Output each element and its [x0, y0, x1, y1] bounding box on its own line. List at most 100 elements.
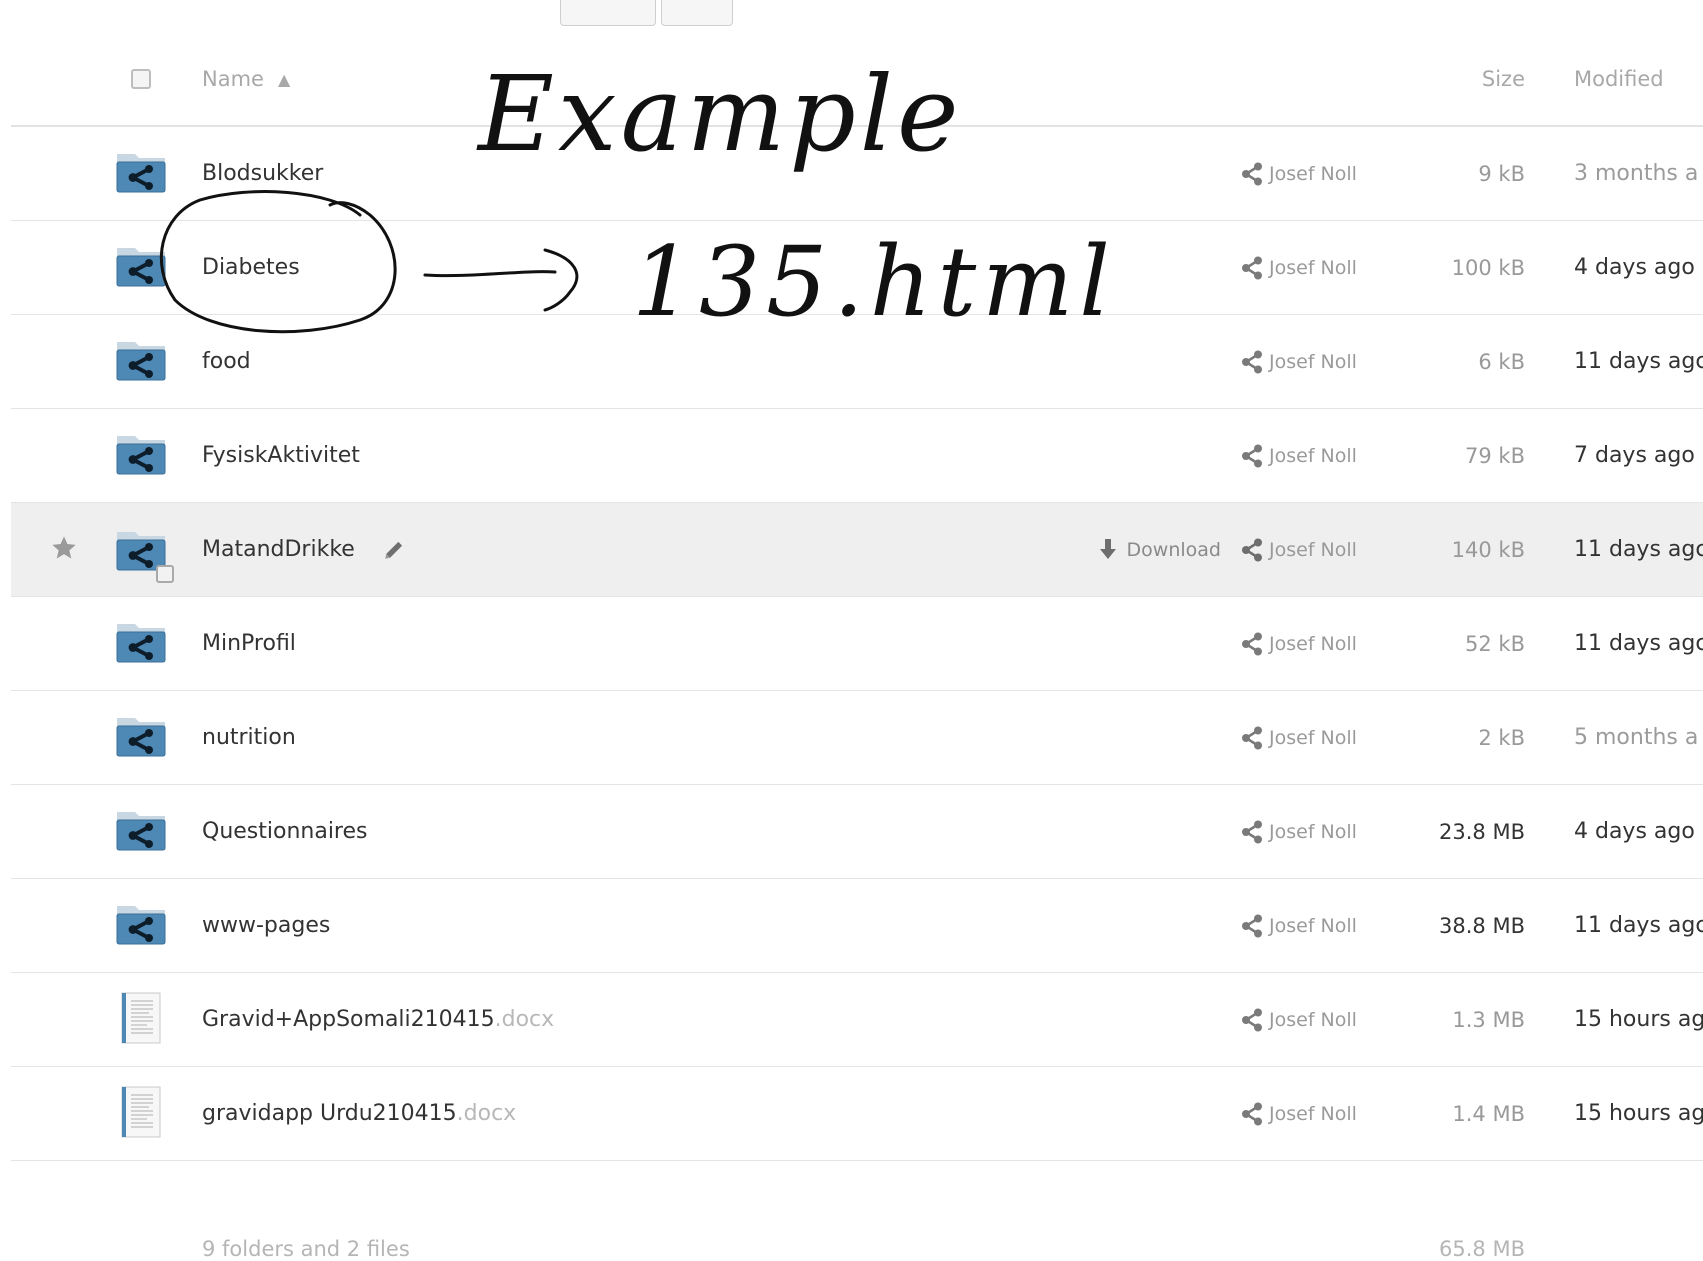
share-icon — [1241, 632, 1263, 656]
sort-ascending-icon: ▲ — [277, 69, 291, 89]
shared-folder-icon — [115, 808, 167, 856]
file-row-food[interactable]: food Josef Noll 6 kB 11 days agc — [11, 314, 1703, 408]
modified-column-header[interactable]: Modified — [1574, 32, 1703, 126]
file-name[interactable]: food — [202, 349, 251, 374]
share-icon — [1241, 538, 1263, 562]
file-row-gravidapp-urdu[interactable]: gravidapp Urdu210415 .docx Josef Noll 1.4… — [11, 1066, 1703, 1160]
share-icon — [1241, 1102, 1263, 1126]
file-row-minprofil[interactable]: MinProfil Josef Noll 52 kB 11 days agc — [11, 596, 1703, 690]
share-icon — [1241, 162, 1263, 186]
shared-by[interactable]: Josef Noll — [1241, 1067, 1391, 1160]
shared-folder-icon — [115, 620, 167, 668]
shared-by[interactable]: Josef Noll — [1241, 691, 1391, 784]
file-size: 9 kB — [1478, 161, 1525, 186]
file-name[interactable]: Questionnaires — [202, 819, 368, 844]
modified-column-label: Modified — [1574, 67, 1664, 91]
file-row-fysiskaktivitet[interactable]: FysiskAktivitet Josef Noll 79 kB 7 days … — [11, 408, 1703, 502]
file-row-nutrition[interactable]: nutrition Josef Noll 2 kB 5 months a — [11, 690, 1703, 784]
file-modified: 4 days ago — [1574, 819, 1695, 844]
file-row-questionnaires[interactable]: Questionnaires Josef Noll 23.8 MB 4 days… — [11, 784, 1703, 878]
owner-name: Josef Noll — [1269, 1008, 1357, 1031]
star-icon — [50, 534, 78, 566]
file-name[interactable]: MinProfil — [202, 631, 296, 656]
file-size: 100 kB — [1451, 255, 1525, 280]
file-modified: 11 days agc — [1574, 537, 1703, 562]
file-name[interactable]: Gravid+AppSomali210415 — [202, 1007, 495, 1032]
file-size: 79 kB — [1465, 443, 1525, 468]
file-name[interactable]: Diabetes — [202, 255, 300, 280]
shared-by[interactable]: Josef Noll — [1241, 597, 1391, 690]
shared-folder-icon — [115, 714, 167, 762]
file-modified: 3 months a — [1574, 161, 1699, 186]
rename-pencil-icon[interactable] — [381, 537, 407, 563]
share-icon — [1241, 914, 1263, 938]
share-icon — [1241, 820, 1263, 844]
name-column-label: Name — [202, 67, 264, 91]
file-size: 38.8 MB — [1439, 913, 1525, 938]
owner-name: Josef Noll — [1269, 726, 1357, 749]
file-size: 1.4 MB — [1452, 1101, 1525, 1126]
file-extension: .docx — [494, 1007, 555, 1032]
file-row-www-pages[interactable]: www-pages Josef Noll 38.8 MB 11 days agc — [11, 878, 1703, 972]
file-list-header: Name ▲ Size Modified — [11, 32, 1703, 126]
file-modified: 11 days agc — [1574, 349, 1703, 374]
toolbar-button-fragment[interactable] — [661, 0, 733, 26]
file-extension: .docx — [456, 1101, 517, 1126]
share-icon — [1241, 1008, 1263, 1032]
file-modified: 11 days agc — [1574, 631, 1703, 656]
file-row-matanddrikke[interactable]: MatandDrikke Download Josef Noll 140 kB … — [11, 502, 1703, 596]
owner-name: Josef Noll — [1269, 350, 1357, 373]
name-column-header[interactable]: Name ▲ — [202, 32, 902, 126]
download-label: Download — [1126, 538, 1221, 561]
shared-by[interactable]: Josef Noll — [1241, 221, 1391, 314]
favorite-star[interactable] — [39, 503, 89, 596]
file-modified: 7 days ago — [1574, 443, 1695, 468]
file-list-table: Name ▲ Size Modified Blodsukker Josef No… — [11, 32, 1703, 1261]
select-all-checkbox[interactable] — [131, 69, 151, 89]
owner-name: Josef Noll — [1269, 538, 1357, 561]
file-row-gravid-appsomali[interactable]: Gravid+AppSomali210415 .docx Josef Noll 1… — [11, 972, 1703, 1066]
file-modified: 15 hours ag — [1574, 1101, 1703, 1126]
owner-name: Josef Noll — [1269, 162, 1357, 185]
file-list-summary: 9 folders and 2 files 65.8 MB — [11, 1160, 1703, 1261]
shared-folder-icon — [115, 244, 167, 292]
file-modified: 5 months a — [1574, 725, 1699, 750]
document-icon — [119, 991, 163, 1049]
file-size: 23.8 MB — [1439, 819, 1525, 844]
shared-by[interactable]: Josef Noll — [1241, 127, 1391, 220]
shared-by[interactable]: Josef Noll — [1241, 503, 1391, 596]
file-row-diabetes[interactable]: Diabetes Josef Noll 100 kB 4 days ago — [11, 220, 1703, 314]
file-row-blodsukker[interactable]: Blodsukker Josef Noll 9 kB 3 months a — [11, 126, 1703, 220]
file-name[interactable]: gravidapp Urdu210415 — [202, 1101, 457, 1126]
shared-by[interactable]: Josef Noll — [1241, 785, 1391, 878]
summary-total-size: 65.8 MB — [1439, 1237, 1525, 1261]
size-column-header[interactable]: Size — [1401, 32, 1525, 126]
toolbar-button-fragment[interactable] — [560, 0, 656, 26]
file-modified: 4 days ago — [1574, 255, 1695, 280]
file-name[interactable]: nutrition — [202, 725, 296, 750]
download-action[interactable]: Download — [1071, 503, 1221, 596]
row-select-checkbox[interactable] — [156, 565, 174, 583]
shared-folder-icon — [115, 902, 167, 950]
shared-by[interactable]: Josef Noll — [1241, 879, 1391, 972]
shared-by[interactable]: Josef Noll — [1241, 315, 1391, 408]
file-name[interactable]: MatandDrikke — [202, 537, 355, 562]
file-size: 52 kB — [1465, 631, 1525, 656]
document-icon — [119, 1085, 163, 1143]
file-name[interactable]: Blodsukker — [202, 161, 323, 186]
share-icon — [1241, 256, 1263, 280]
file-size: 2 kB — [1478, 725, 1525, 750]
share-icon — [1241, 726, 1263, 750]
size-column-label: Size — [1481, 67, 1525, 91]
shared-folder-icon — [115, 338, 167, 386]
summary-count: 9 folders and 2 files — [202, 1237, 410, 1261]
download-icon — [1097, 538, 1119, 562]
file-name[interactable]: www-pages — [202, 913, 330, 938]
file-name[interactable]: FysiskAktivitet — [202, 443, 360, 468]
shared-by[interactable]: Josef Noll — [1241, 973, 1391, 1066]
shared-by[interactable]: Josef Noll — [1241, 409, 1391, 502]
owner-name: Josef Noll — [1269, 1102, 1357, 1125]
file-modified: 15 hours ag — [1574, 1007, 1703, 1032]
select-all-cell — [106, 32, 176, 126]
file-modified: 11 days agc — [1574, 913, 1703, 938]
